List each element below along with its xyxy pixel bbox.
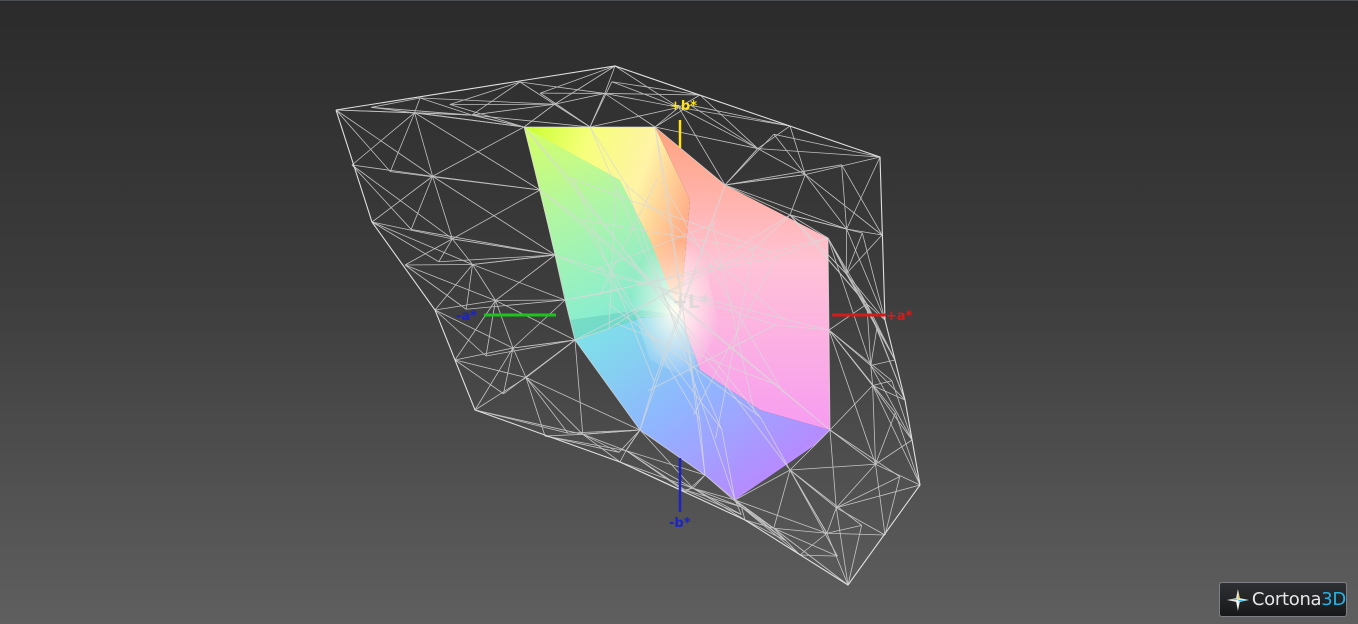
axis-label-plus-l: +L*: [672, 291, 710, 313]
cortona3d-badge[interactable]: Cortona3D: [1219, 582, 1347, 617]
cortona-word: Cortona: [1251, 589, 1322, 610]
cortona3d-wordmark: Cortona3D: [1252, 589, 1346, 610]
cortona-star-icon: [1226, 588, 1249, 611]
cortona-3d-word: 3D: [1321, 589, 1346, 610]
axis-label-minus-a: -a*: [456, 309, 477, 324]
axis-plus-b: +b*: [670, 99, 697, 148]
3d-viewport[interactable]: +b* -b* +a* -a* +L*: [0, 0, 1358, 624]
axis-plus-l: +L*: [672, 291, 710, 313]
axis-label-plus-b: +b*: [670, 99, 697, 114]
axis-label-plus-a: +a*: [886, 309, 913, 324]
axis-minus-b: -b*: [669, 458, 691, 531]
axis-plus-a: +a*: [832, 309, 913, 324]
axis-label-minus-b: -b*: [669, 516, 691, 531]
